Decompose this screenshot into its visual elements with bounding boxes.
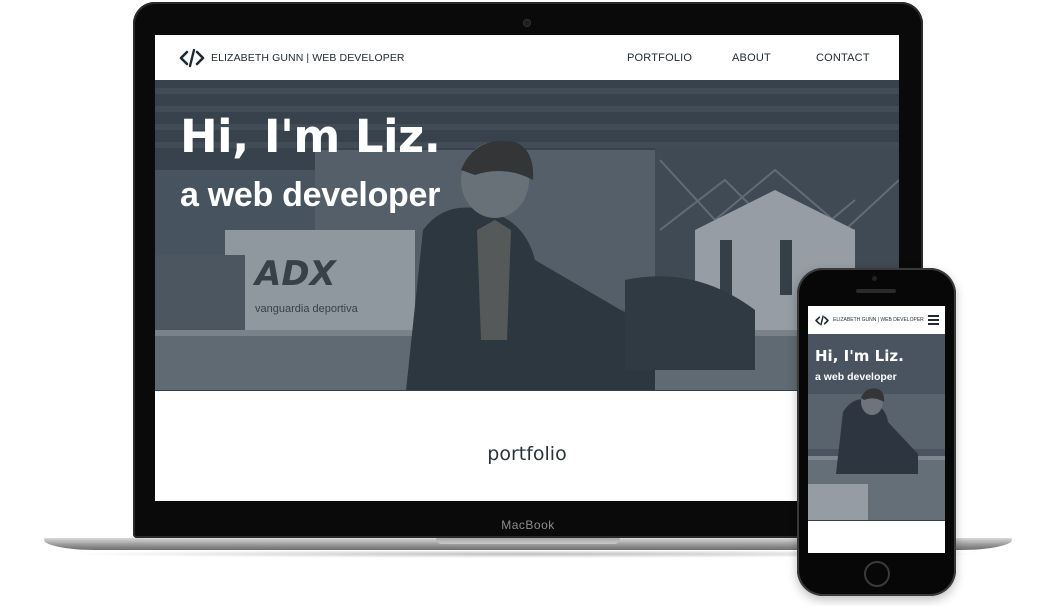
laptop-camera xyxy=(524,20,530,26)
mobile-brand[interactable]: ELIZABETH GUNN | WEB DEVELOPER xyxy=(833,317,924,323)
nav-contact[interactable]: CONTACT xyxy=(816,52,870,64)
hero-subtitle: a web developer xyxy=(180,176,441,214)
hamburger-menu-icon[interactable] xyxy=(928,315,939,325)
laptop-screen: ELIZABETH GUNN | WEB DEVELOPER PORTFOLIO… xyxy=(155,35,899,501)
hero-divider xyxy=(155,390,899,391)
mobile-code-brackets-icon[interactable] xyxy=(815,315,829,326)
phone-home-button[interactable] xyxy=(864,561,890,587)
hero-title: Hi, I'm Liz. xyxy=(180,110,441,163)
hero-banner: ADX vanguardia deportiva Hi, I'm Liz. a … xyxy=(155,80,899,391)
phone-speaker xyxy=(856,289,896,293)
mobile-hero-subtitle: a web developer xyxy=(815,371,897,383)
site-header: ELIZABETH GUNN | WEB DEVELOPER PORTFOLIO… xyxy=(155,35,899,81)
mobile-header: ELIZABETH GUNN | WEB DEVELOPER xyxy=(808,306,945,334)
laptop-notch xyxy=(436,538,620,544)
phone-screen: ELIZABETH GUNN | WEB DEVELOPER Hi, I'm L… xyxy=(808,306,945,553)
mobile-hero-divider xyxy=(808,520,945,521)
nav-portfolio[interactable]: PORTFOLIO xyxy=(627,52,692,64)
nav-about[interactable]: ABOUT xyxy=(732,52,771,64)
site-brand[interactable]: ELIZABETH GUNN | WEB DEVELOPER xyxy=(211,52,405,64)
code-brackets-icon[interactable] xyxy=(179,48,205,68)
mobile-hero: Hi, I'm Liz. a web developer xyxy=(808,334,945,520)
portfolio-heading: portfolio xyxy=(487,443,567,465)
mobile-hero-title: Hi, I'm Liz. xyxy=(815,347,904,365)
phone-camera xyxy=(872,276,877,281)
